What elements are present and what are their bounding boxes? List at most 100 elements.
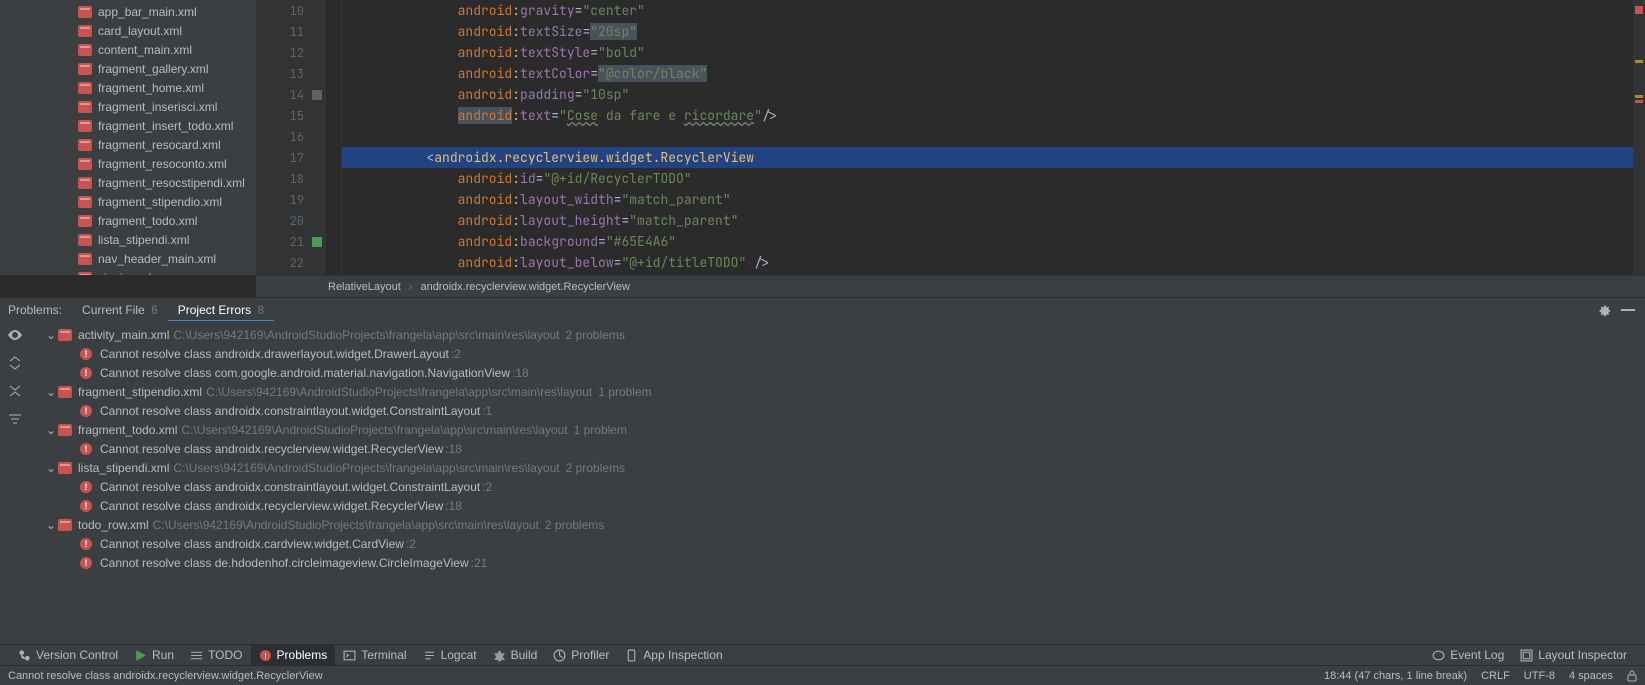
expand-all-icon[interactable] — [7, 355, 23, 371]
status-bar: Cannot resolve class androidx.recyclervi… — [0, 665, 1645, 685]
xml-file-icon — [58, 329, 72, 341]
project-file-tree[interactable]: app_bar_main.xml card_layout.xml content_m… — [0, 0, 256, 275]
error-icon: ! — [80, 481, 92, 493]
lock-icon[interactable] — [1627, 670, 1637, 682]
xml-file-icon — [78, 253, 92, 265]
error-icon: ! — [80, 500, 92, 512]
tool-run[interactable]: Run — [126, 645, 182, 666]
file-tree-item[interactable]: app_bar_main.xml — [0, 2, 256, 21]
file-tree-item[interactable]: fragment_home.xml — [0, 78, 256, 97]
tab-current-file[interactable]: Current File 6 — [72, 298, 168, 322]
problem-file-row[interactable]: ⌄todo_row.xmlC:\Users\942169\AndroidStud… — [32, 515, 1645, 534]
xml-file-icon — [78, 158, 92, 170]
status-line-separator[interactable]: CRLF — [1481, 670, 1510, 682]
xml-file-icon — [78, 196, 92, 208]
svg-text:!: ! — [264, 650, 266, 660]
filter-icon[interactable] — [7, 411, 23, 427]
file-tree-item[interactable]: fragment_inserisci.xml — [0, 97, 256, 116]
tool-build[interactable]: Build — [485, 645, 546, 666]
tab-project-errors[interactable]: Project Errors 8 — [168, 298, 274, 322]
breadcrumb-item[interactable]: androidx.recyclerview.widget.RecyclerVie… — [420, 281, 630, 293]
problem-file-row[interactable]: ⌄lista_stipendi.xmlC:\Users\942169\Andro… — [32, 458, 1645, 477]
tool-terminal[interactable]: Terminal — [335, 645, 414, 666]
xml-file-icon — [78, 101, 92, 113]
file-name: signin.xml — [98, 271, 151, 276]
xml-file-icon — [58, 386, 72, 398]
status-encoding[interactable]: UTF-8 — [1524, 670, 1555, 682]
file-name: fragment_inserisci.xml — [98, 100, 217, 114]
file-name: app_bar_main.xml — [98, 5, 197, 19]
file-name: content_main.xml — [98, 43, 192, 57]
code-editor[interactable]: 10111213141516171819202122 android:gravi… — [256, 0, 1645, 275]
tool-window-bar: Version Control Run TODO !Problems Termi… — [0, 644, 1645, 665]
eye-icon[interactable] — [7, 327, 23, 343]
problem-error-row[interactable]: !Cannot resolve class androidx.recyclerv… — [32, 439, 1645, 458]
xml-file-icon — [78, 44, 92, 56]
error-icon: ! — [80, 557, 92, 569]
file-tree-item[interactable]: fragment_stipendio.xml — [0, 192, 256, 211]
file-tree-item[interactable]: lista_stipendi.xml — [0, 230, 256, 249]
xml-file-icon — [78, 177, 92, 189]
error-stripe[interactable] — [1633, 0, 1645, 275]
xml-file-icon — [78, 6, 92, 18]
tool-todo[interactable]: TODO — [182, 645, 250, 666]
collapse-all-icon[interactable] — [7, 383, 23, 399]
file-tree-item[interactable]: card_layout.xml — [0, 21, 256, 40]
file-tree-item[interactable]: fragment_resocard.xml — [0, 135, 256, 154]
code-area[interactable]: android:gravity="center" android:textSiz… — [342, 0, 1645, 275]
tool-profiler[interactable]: Profiler — [545, 645, 617, 666]
file-tree-item[interactable]: signin.xml — [0, 268, 256, 275]
file-tree-item[interactable]: nav_header_main.xml — [0, 249, 256, 268]
problem-error-row[interactable]: !Cannot resolve class androidx.drawerlay… — [32, 344, 1645, 363]
chevron-down-icon[interactable]: ⌄ — [46, 518, 56, 532]
problem-error-row[interactable]: !Cannot resolve class androidx.constrain… — [32, 477, 1645, 496]
xml-file-icon — [78, 272, 92, 276]
file-tree-item[interactable]: fragment_gallery.xml — [0, 59, 256, 78]
file-tree-item[interactable]: fragment_resocstipendi.xml — [0, 173, 256, 192]
chevron-down-icon[interactable]: ⌄ — [46, 423, 56, 437]
breadcrumb-item[interactable]: RelativeLayout — [328, 281, 401, 293]
xml-file-icon — [78, 25, 92, 37]
file-name: lista_stipendi.xml — [98, 233, 189, 247]
tool-event-log[interactable]: Event Log — [1424, 645, 1512, 666]
fold-column — [326, 0, 342, 275]
status-position[interactable]: 18:44 (47 chars, 1 line break) — [1324, 670, 1467, 682]
file-name: fragment_stipendio.xml — [98, 195, 222, 209]
file-tree-item[interactable]: fragment_insert_todo.xml — [0, 116, 256, 135]
file-tree-item[interactable]: fragment_todo.xml — [0, 211, 256, 230]
problems-tree[interactable]: ⌄activity_main.xmlC:\Users\942169\Androi… — [30, 321, 1645, 644]
xml-file-icon — [78, 139, 92, 151]
chevron-down-icon[interactable]: ⌄ — [46, 385, 56, 399]
minimize-icon[interactable] — [1621, 309, 1635, 311]
tool-logcat[interactable]: Logcat — [415, 645, 485, 666]
gear-icon[interactable] — [1597, 303, 1611, 317]
error-icon: ! — [80, 538, 92, 550]
chevron-down-icon[interactable]: ⌄ — [46, 461, 56, 475]
chevron-right-icon: › — [409, 281, 413, 293]
file-name: fragment_todo.xml — [98, 214, 197, 228]
problem-error-row[interactable]: !Cannot resolve class androidx.cardview.… — [32, 534, 1645, 553]
file-name: nav_header_main.xml — [98, 252, 216, 266]
tool-problems[interactable]: !Problems — [251, 645, 336, 666]
tool-app-inspection[interactable]: App Inspection — [617, 645, 730, 666]
problem-error-row[interactable]: !Cannot resolve class androidx.recyclerv… — [32, 496, 1645, 515]
problem-file-row[interactable]: ⌄activity_main.xmlC:\Users\942169\Androi… — [32, 325, 1645, 344]
tool-layout-inspector[interactable]: Layout Inspector — [1512, 645, 1635, 666]
problems-toolbar — [0, 321, 30, 644]
chevron-down-icon[interactable]: ⌄ — [46, 328, 56, 342]
file-name: fragment_gallery.xml — [98, 62, 208, 76]
file-name: fragment_home.xml — [98, 81, 204, 95]
problem-file-row[interactable]: ⌄fragment_todo.xmlC:\Users\942169\Androi… — [32, 420, 1645, 439]
file-tree-item[interactable]: fragment_resoconto.xml — [0, 154, 256, 173]
problem-error-row[interactable]: !Cannot resolve class de.hdodenhof.circl… — [32, 553, 1645, 572]
error-icon: ! — [80, 405, 92, 417]
status-indent[interactable]: 4 spaces — [1569, 670, 1613, 682]
xml-file-icon — [58, 519, 72, 531]
file-tree-item[interactable]: content_main.xml — [0, 40, 256, 59]
tool-version-control[interactable]: Version Control — [10, 645, 126, 666]
problem-error-row[interactable]: !Cannot resolve class com.google.android… — [32, 363, 1645, 382]
breadcrumb-bar[interactable]: RelativeLayout › androidx.recyclerview.w… — [256, 275, 1645, 297]
xml-file-icon — [78, 82, 92, 94]
problem-file-row[interactable]: ⌄fragment_stipendio.xmlC:\Users\942169\A… — [32, 382, 1645, 401]
problem-error-row[interactable]: !Cannot resolve class androidx.constrain… — [32, 401, 1645, 420]
